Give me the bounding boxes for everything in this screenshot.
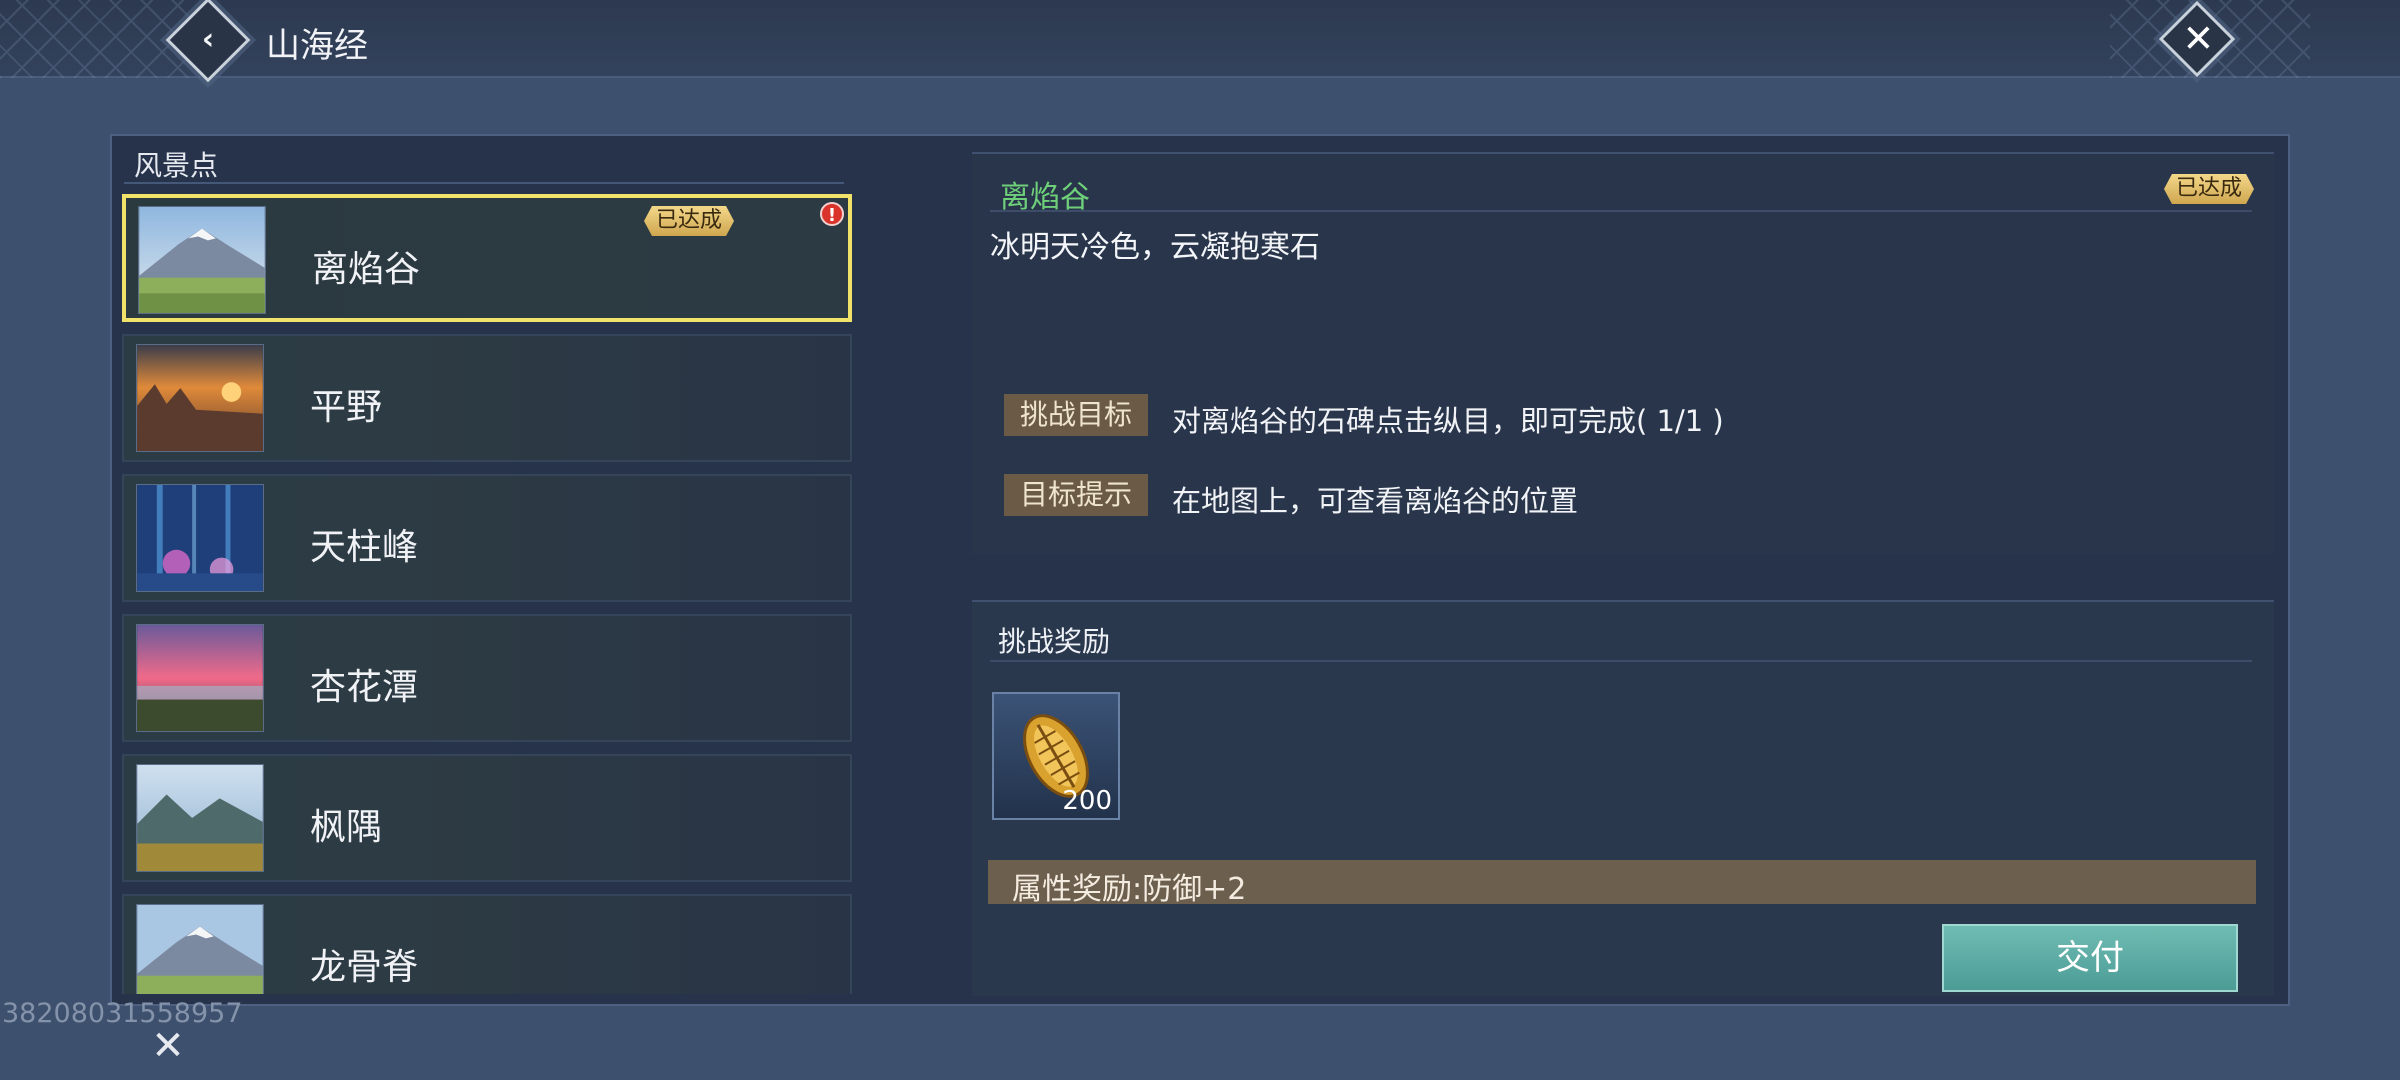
scenic-spot-list[interactable]: 离焰谷 已达成 ! 平野 天柱峰 杏花潭 枫隅 龙骨脊 [122, 194, 852, 994]
thumbnail-snowy-mountain-2 [136, 904, 264, 994]
spot-name: 杏花潭 [310, 667, 419, 708]
reward-title: 挑战奖励 [998, 625, 1111, 658]
attribute-reward-text: 属性奖励:防御+2 [1012, 872, 1247, 907]
thumbnail-pink-lake [136, 624, 264, 732]
spot-name: 天柱峰 [310, 527, 419, 568]
alert-icon: ! [820, 202, 844, 226]
spot-name: 枫隅 [310, 807, 383, 848]
item-count: 200 [1062, 786, 1112, 816]
divider [124, 182, 844, 184]
achieved-badge: 已达成 [2164, 174, 2254, 204]
achieved-badge: 已达成 [644, 206, 734, 236]
section-label-scenic: 风景点 [134, 149, 219, 182]
spot-name: 离焰谷 [312, 249, 421, 290]
chevron-left-icon: ‹ [201, 22, 215, 57]
spot-name: 龙骨脊 [310, 947, 419, 988]
floating-close-button[interactable]: ✕ [146, 1024, 190, 1068]
user-id-text: 38208031558957 [2, 998, 243, 1029]
thumbnail-magic-forest [136, 484, 264, 592]
divider [990, 210, 2252, 212]
list-item-tianzhufeng[interactable]: 天柱峰 [122, 474, 852, 602]
submit-button[interactable]: 交付 [1942, 924, 2238, 992]
challenge-tag: 挑战目标 [1004, 394, 1148, 436]
detail-panel: 离焰谷 已达成 冰明天冷色，云凝抱寒石 挑战目标 对离焰谷的石碑点击纵目，即可完… [972, 152, 2274, 554]
reward-item-slot[interactable]: 200 [992, 692, 1120, 820]
scenic-spot-panel: 风景点 离焰谷 已达成 ! 平野 天柱峰 杏花潭 枫隅 龙骨脊 [114, 138, 854, 1002]
list-item-xinghuatan[interactable]: 杏花潭 [122, 614, 852, 742]
list-item-pingye[interactable]: 平野 [122, 334, 852, 462]
thumbnail-mountain-valley [136, 764, 264, 872]
top-bar: ‹ 山海经 ✕ [0, 0, 2400, 83]
thumbnail-sunset-plain [136, 344, 264, 452]
challenge-row: 挑战目标 对离焰谷的石碑点击纵目，即可完成( 1/1 ) [1004, 394, 2244, 438]
close-icon: ✕ [151, 1023, 185, 1069]
divider [990, 660, 2252, 662]
attribute-reward-bar: 属性奖励:防御+2 [988, 860, 2256, 907]
hint-tag: 目标提示 [1004, 474, 1148, 516]
spot-name: 平野 [310, 387, 383, 428]
close-icon: ✕ [2182, 16, 2215, 61]
list-item-liyangu[interactable]: 离焰谷 已达成 ! [122, 194, 852, 322]
detail-description: 冰明天冷色，云凝抱寒石 [990, 230, 1320, 265]
hint-text: 在地图上，可查看离焰谷的位置 [1172, 484, 1579, 518]
reward-panel: 挑战奖励 200 属性奖励:防御+2 交付 [972, 600, 2274, 996]
list-item-longguji[interactable]: 龙骨脊 [122, 894, 852, 994]
challenge-text: 对离焰谷的石碑点击纵目，即可完成( 1/1 ) [1172, 404, 1724, 438]
hint-row: 目标提示 在地图上，可查看离焰谷的位置 [1004, 474, 2244, 518]
thumbnail-snowy-mountain [138, 206, 266, 314]
list-item-fengyu[interactable]: 枫隅 [122, 754, 852, 882]
page-title: 山海经 [266, 26, 368, 66]
